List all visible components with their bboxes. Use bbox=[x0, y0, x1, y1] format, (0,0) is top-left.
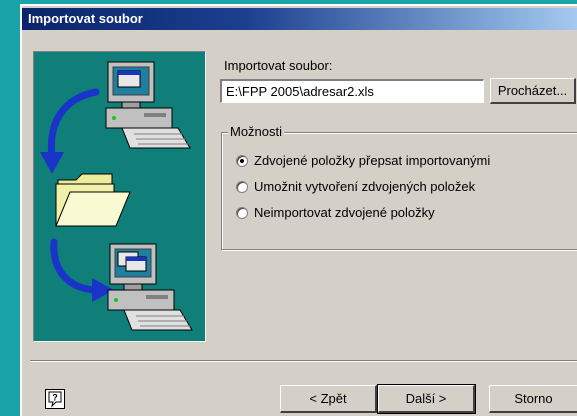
computer-icon bbox=[107, 243, 193, 331]
radio-button[interactable] bbox=[236, 206, 248, 219]
radio-button[interactable] bbox=[236, 154, 248, 167]
svg-text:?: ? bbox=[52, 393, 58, 403]
next-button[interactable]: Další > bbox=[377, 384, 476, 414]
radio-allow-duplicates[interactable]: Umožnit vytvoření zdvojených položek bbox=[236, 179, 475, 194]
wizard-illustration bbox=[33, 51, 206, 342]
radio-label: Zdvojené položky přepsat importovanými bbox=[254, 153, 491, 168]
help-icon[interactable]: ? bbox=[45, 389, 65, 409]
radio-skip-duplicates[interactable]: Neimportovat zdvojené položky bbox=[236, 205, 435, 220]
computer-icon bbox=[105, 61, 191, 149]
options-group-label: Možnosti bbox=[228, 124, 285, 139]
file-label: Importovat soubor: bbox=[224, 58, 333, 73]
radio-button[interactable] bbox=[236, 180, 248, 193]
radio-label: Neimportovat zdvojené položky bbox=[254, 205, 435, 220]
arrow-icon bbox=[40, 152, 64, 174]
import-dialog: Importovat soubor Importovat soubor: E:\… bbox=[20, 4, 577, 416]
divider bbox=[30, 360, 577, 362]
title-bar[interactable]: Importovat soubor bbox=[22, 8, 577, 30]
options-group: Možnosti Zdvojené položky přepsat import… bbox=[221, 124, 577, 250]
radio-label: Umožnit vytvoření zdvojených položek bbox=[254, 179, 476, 194]
arrow-icon bbox=[50, 238, 98, 294]
radio-overwrite-duplicates[interactable]: Zdvojené položky přepsat importovanými bbox=[236, 153, 490, 168]
file-path-input[interactable] bbox=[220, 79, 484, 103]
arrow-icon bbox=[47, 88, 100, 161]
back-button[interactable]: < Zpět bbox=[280, 385, 377, 413]
window-title: Importovat soubor bbox=[28, 11, 143, 26]
folder-icon bbox=[55, 173, 131, 227]
cancel-button[interactable]: Storno bbox=[489, 385, 577, 413]
browse-button[interactable]: Procházet... bbox=[490, 78, 576, 104]
